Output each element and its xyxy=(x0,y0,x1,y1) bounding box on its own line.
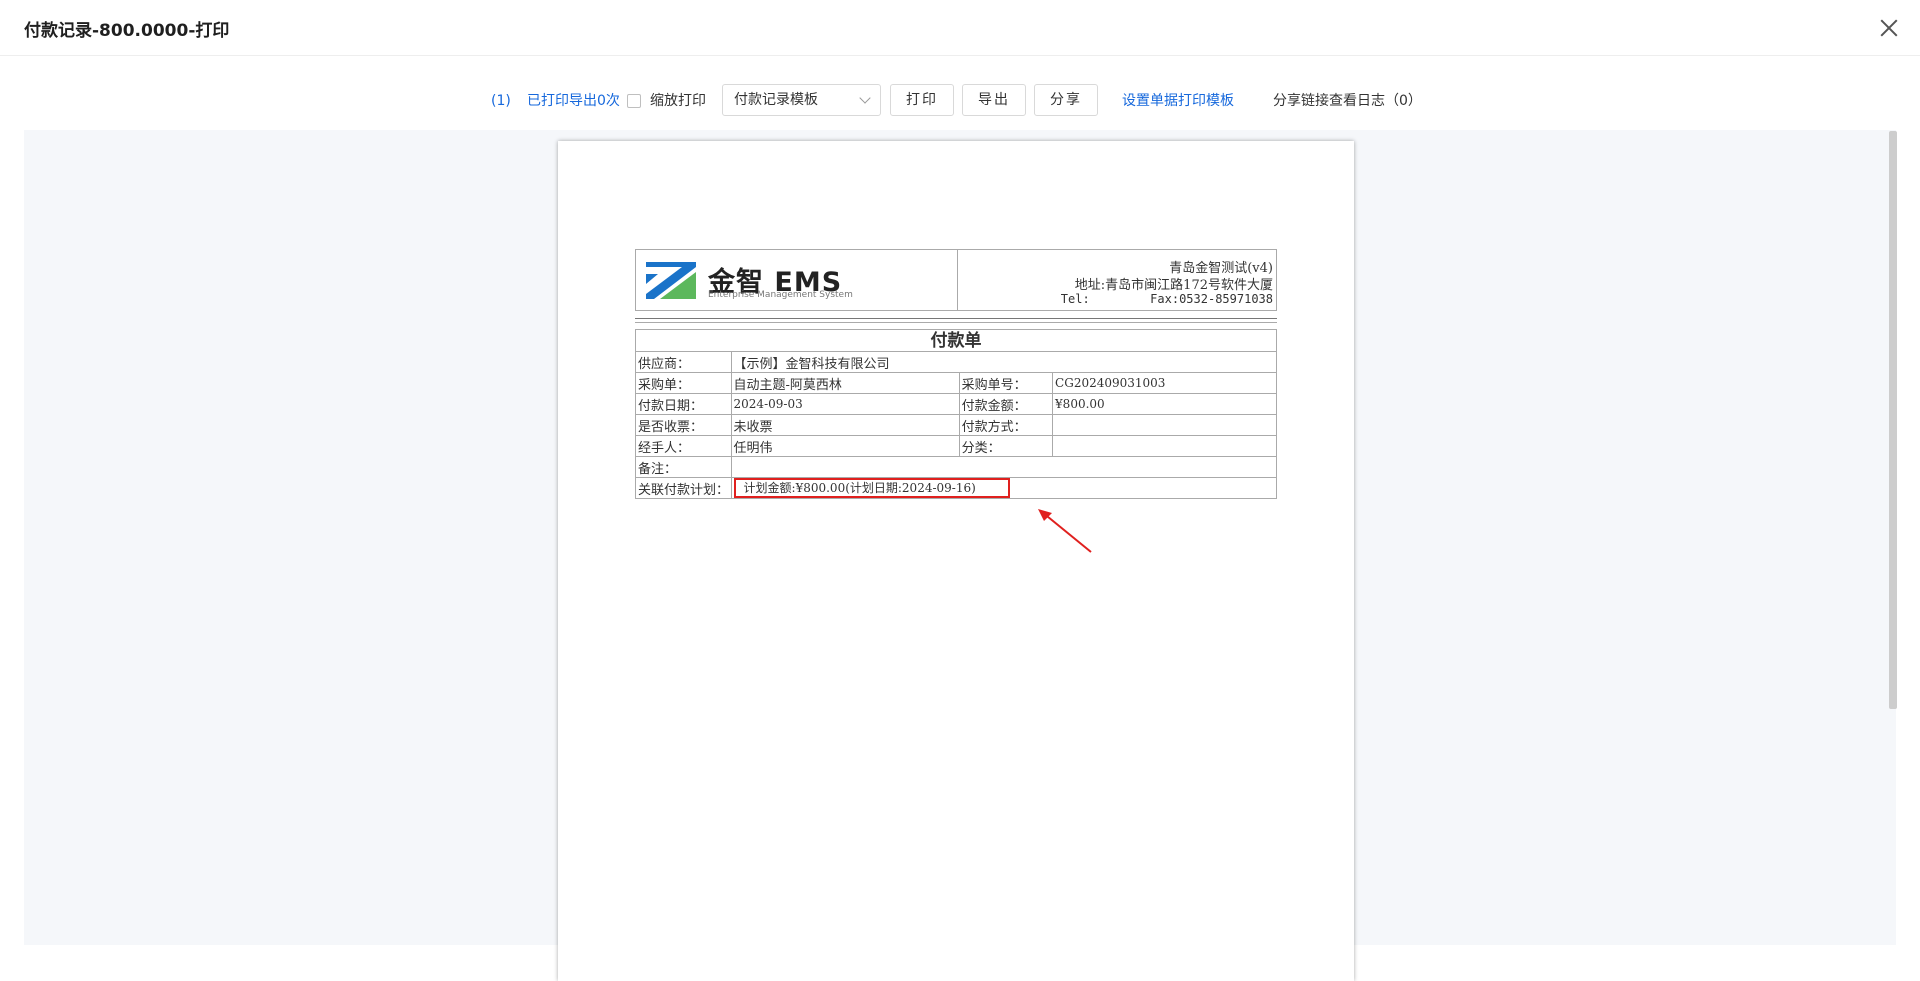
fax-value: Fax:0532-85971038 xyxy=(1150,292,1273,306)
po-no-label: 采购单号： xyxy=(958,372,1054,394)
payment-form-table: 供应商： 【示例】金智科技有限公司 采购单： 自动主题-阿莫西林 采购单号： C… xyxy=(635,351,1278,499)
print-toolbar: (1) 已打印导出0次 缩放打印 付款记录模板 打印 导出 分享 设置单据打印模… xyxy=(0,84,1920,118)
method-label: 付款方式： xyxy=(958,414,1054,436)
print-button[interactable]: 打印 xyxy=(890,84,954,116)
po-label: 采购单： xyxy=(635,372,732,394)
dialog-header: 付款记录-800.0000-打印 xyxy=(0,0,1920,56)
ems-logo-icon xyxy=(646,262,696,299)
pay-date-label: 付款日期： xyxy=(635,393,732,415)
invoice-value: 未收票 xyxy=(730,414,960,436)
document-header: 金智 EMS Enterprise Management System 青岛金智… xyxy=(635,249,1277,311)
handler-value: 任明伟 xyxy=(730,435,960,457)
plan-cell: 计划金额:¥800.00(计划日期:2024-09-16) xyxy=(730,477,1278,499)
company-contact: Tel: Fax:0532-85971038 xyxy=(1061,292,1273,306)
share-button[interactable]: 分享 xyxy=(1034,84,1098,116)
document-title: 付款单 xyxy=(635,329,1277,351)
table-row: 供应商： 【示例】金智科技有限公司 xyxy=(635,351,1278,373)
print-status: 已打印导出0次 xyxy=(527,93,620,109)
invoice-label: 是否收票： xyxy=(635,414,732,436)
po-no-value: CG202409031003 xyxy=(1052,372,1277,394)
template-select[interactable]: 付款记录模板 xyxy=(722,84,881,116)
red-arrow-annotation xyxy=(1038,509,1092,553)
dialog-title: 付款记录-800.0000-打印 xyxy=(24,21,230,41)
amount-label: 付款金额： xyxy=(958,393,1054,415)
supplier-value: 【示例】金智科技有限公司 xyxy=(730,351,1278,373)
category-value xyxy=(1052,435,1277,457)
share-log-link[interactable]: 分享链接查看日志（0） xyxy=(1273,84,1422,118)
tel-label: Tel: xyxy=(1060,292,1090,306)
template-select-value: 付款记录模板 xyxy=(734,92,818,108)
category-label: 分类： xyxy=(958,435,1054,457)
chevron-down-icon xyxy=(859,92,871,104)
table-row: 采购单： 自动主题-阿莫西林 采购单号： CG202409031003 xyxy=(635,372,1277,394)
table-row: 是否收票： 未收票 付款方式： xyxy=(635,414,1277,436)
scale-print-label[interactable]: 缩放打印 xyxy=(650,84,706,118)
preview-scrollbar[interactable] xyxy=(1889,131,1897,709)
company-address: 地址:青岛市闽江路172号软件大厦 xyxy=(1074,278,1273,293)
remark-label: 备注： xyxy=(635,456,732,478)
table-row: 经手人： 任明伟 分类： xyxy=(635,435,1277,457)
table-row: 关联付款计划： 计划金额:¥800.00(计划日期:2024-09-16) xyxy=(635,477,1278,499)
header-divider xyxy=(957,250,958,310)
pay-date-value: 2024-09-03 xyxy=(730,393,960,415)
close-icon[interactable] xyxy=(1876,15,1902,41)
page-count: (1) xyxy=(491,93,511,109)
set-template-link[interactable]: 设置单据打印模板 xyxy=(1122,84,1234,118)
plan-value-highlight: 计划金额:¥800.00(计划日期:2024-09-16) xyxy=(733,478,1010,498)
handler-label: 经手人： xyxy=(635,435,732,457)
scale-print-checkbox[interactable] xyxy=(627,94,641,108)
export-button[interactable]: 导出 xyxy=(962,84,1026,116)
method-value xyxy=(1052,414,1277,436)
supplier-label: 供应商： xyxy=(635,351,732,373)
brand-subtitle: Enterprise Management System xyxy=(708,290,853,300)
table-row: 付款日期： 2024-09-03 付款金额： ¥800.00 xyxy=(635,393,1277,415)
table-row: 备注： xyxy=(635,456,1278,478)
amount-value: ¥800.00 xyxy=(1052,393,1277,415)
plan-label: 关联付款计划： xyxy=(635,477,732,499)
payment-document: 金智 EMS Enterprise Management System 青岛金智… xyxy=(635,249,1278,499)
po-value: 自动主题-阿莫西林 xyxy=(730,372,960,394)
remark-value xyxy=(730,456,1278,478)
